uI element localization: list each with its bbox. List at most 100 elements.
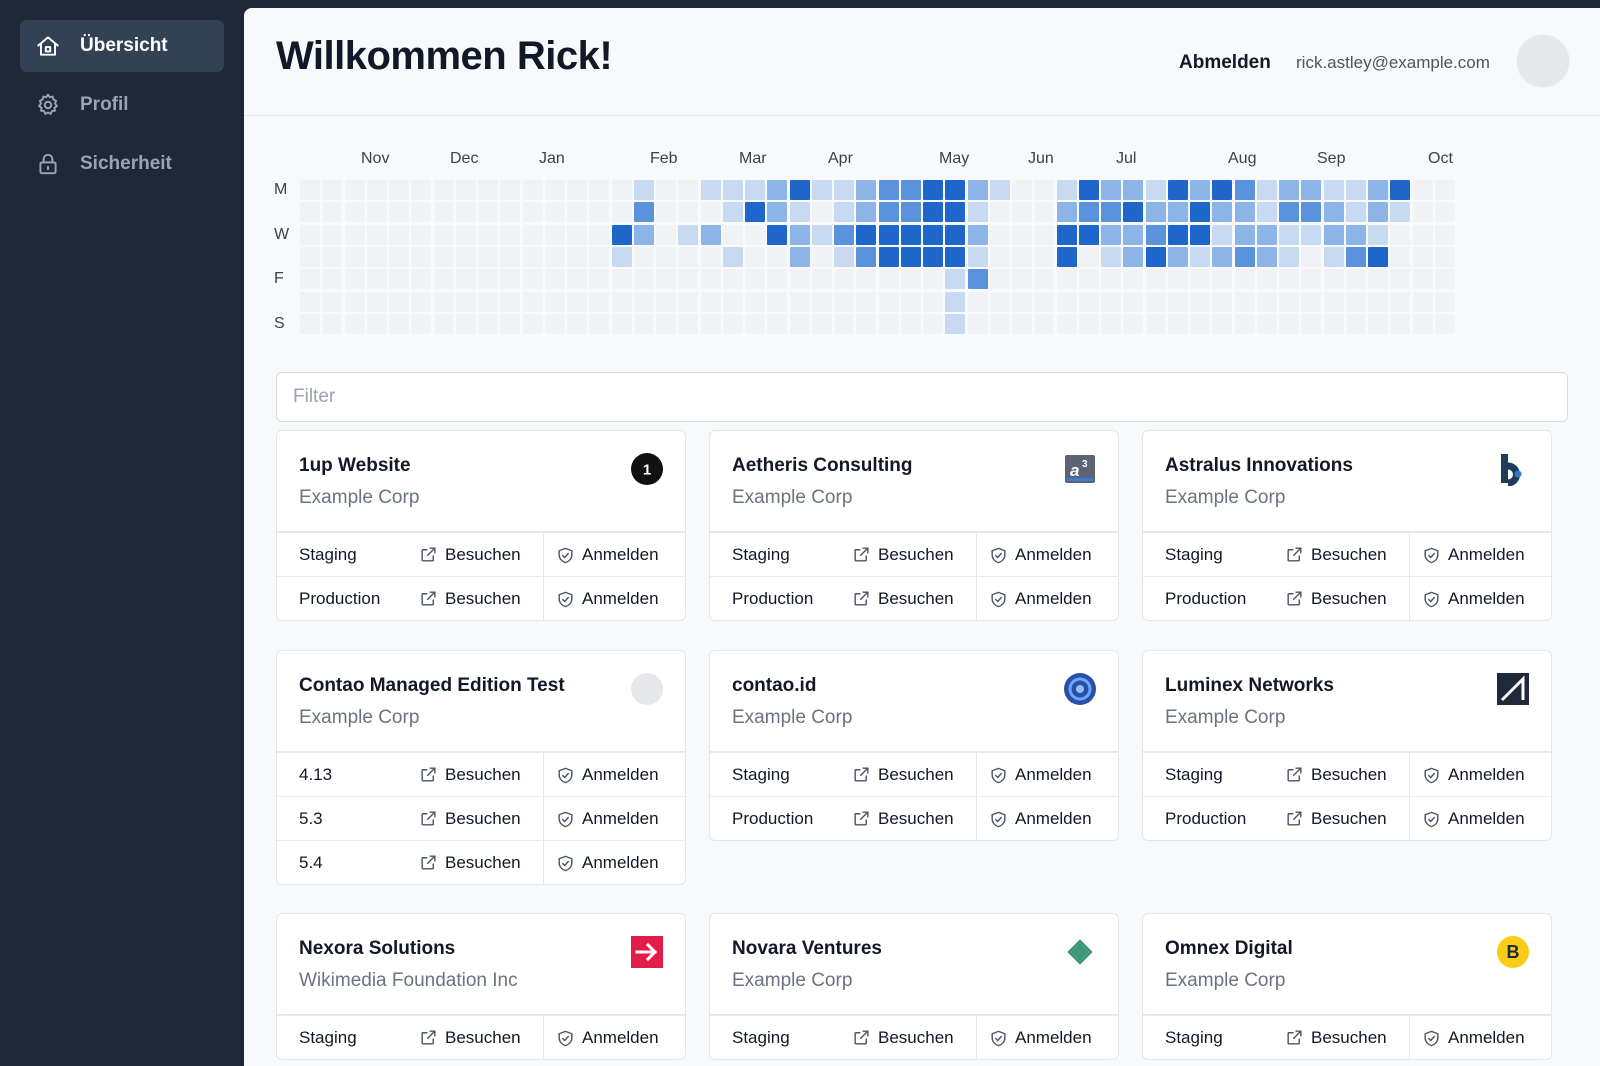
svg-text:1: 1 bbox=[643, 462, 651, 479]
visit-button[interactable]: Besuchen bbox=[1285, 589, 1409, 609]
sidebar-item-security[interactable]: Sicherheit bbox=[20, 138, 224, 190]
heatmap-cell bbox=[366, 224, 387, 245]
visit-button[interactable]: Besuchen bbox=[419, 1028, 543, 1048]
avatar[interactable] bbox=[1516, 34, 1570, 88]
heatmap-cell bbox=[300, 291, 320, 312]
visit-label: Besuchen bbox=[1311, 1027, 1387, 1047]
heatmap-cell bbox=[433, 224, 454, 245]
visit-button[interactable]: Besuchen bbox=[419, 765, 543, 785]
heatmap-cell bbox=[656, 202, 676, 223]
heatmap-cell bbox=[1279, 202, 1299, 223]
card-title: Nexora Solutions bbox=[299, 938, 456, 959]
heatmap-cell bbox=[366, 269, 387, 290]
heatmap-cell bbox=[544, 180, 565, 200]
heatmap-month-label: Nov bbox=[361, 150, 390, 167]
login-button[interactable]: Anmelden bbox=[976, 753, 1118, 797]
login-button[interactable]: Anmelden bbox=[1409, 533, 1551, 577]
visit-button[interactable]: Besuchen bbox=[1285, 809, 1409, 829]
visit-button[interactable]: Besuchen bbox=[1285, 765, 1409, 785]
heatmap-cell bbox=[745, 313, 765, 334]
visit-button[interactable]: Besuchen bbox=[419, 809, 543, 829]
login-button[interactable]: Anmelden bbox=[1409, 797, 1551, 840]
sidebar-item-profile[interactable]: Profil bbox=[20, 79, 224, 131]
heatmap-cell bbox=[1234, 313, 1255, 334]
heatmap-cell bbox=[900, 291, 921, 312]
login-button[interactable]: Anmelden bbox=[1409, 577, 1551, 620]
login-button[interactable]: Anmelden bbox=[543, 577, 685, 620]
heatmap-cell bbox=[878, 246, 899, 267]
heatmap-cell bbox=[567, 246, 587, 267]
heatmap-month-label: Jan bbox=[539, 150, 565, 167]
card-subtitle: Example Corp bbox=[732, 970, 853, 991]
heatmap-cell bbox=[1167, 269, 1188, 290]
logout-button[interactable]: Abmelden bbox=[1179, 52, 1271, 74]
visit-button[interactable]: Besuchen bbox=[852, 809, 976, 829]
environment-name: Staging bbox=[1165, 544, 1223, 564]
heatmap-cell bbox=[745, 246, 765, 267]
visit-button[interactable]: Besuchen bbox=[419, 545, 543, 565]
heatmap-cell bbox=[900, 202, 921, 223]
heatmap-cell bbox=[1234, 291, 1255, 312]
login-button[interactable]: Anmelden bbox=[543, 841, 685, 884]
project-card: Luminex Networks Example Corp Staging Besuc… bbox=[1142, 650, 1552, 841]
heatmap-cell bbox=[1256, 291, 1277, 312]
heatmap-cell bbox=[344, 269, 365, 290]
shield-check-icon bbox=[1422, 590, 1448, 609]
heatmap-cell bbox=[1412, 180, 1433, 200]
heatmap-cell bbox=[1167, 202, 1188, 223]
visit-button[interactable]: Besuchen bbox=[852, 765, 976, 785]
visit-button[interactable]: Besuchen bbox=[1285, 545, 1409, 565]
card-title: Novara Ventures bbox=[732, 938, 882, 959]
visit-button[interactable]: Besuchen bbox=[419, 853, 543, 873]
heatmap-cell bbox=[811, 246, 832, 267]
card-header: Nexora Solutions Wikimedia Foundation Inc bbox=[277, 914, 685, 1015]
heatmap-cell bbox=[1323, 202, 1344, 223]
filter-input[interactable] bbox=[276, 372, 1568, 422]
login-button[interactable]: Anmelden bbox=[543, 753, 685, 797]
login-button[interactable]: Anmelden bbox=[543, 797, 685, 841]
heatmap-cell bbox=[322, 180, 343, 200]
login-button[interactable]: Anmelden bbox=[976, 533, 1118, 577]
heatmap-cell bbox=[856, 224, 877, 245]
visit-button[interactable]: Besuchen bbox=[852, 1028, 976, 1048]
visit-button[interactable]: Besuchen bbox=[852, 589, 976, 609]
login-button[interactable]: Anmelden bbox=[1409, 753, 1551, 797]
visit-label: Besuchen bbox=[1311, 588, 1387, 608]
heatmap-cell bbox=[656, 180, 676, 200]
login-button[interactable]: Anmelden bbox=[1409, 1016, 1551, 1059]
heatmap-cell bbox=[1034, 202, 1055, 223]
login-button[interactable]: Anmelden bbox=[976, 797, 1118, 840]
visit-button[interactable]: Besuchen bbox=[852, 545, 976, 565]
login-button[interactable]: Anmelden bbox=[976, 1016, 1118, 1059]
heatmap-cell bbox=[878, 224, 899, 245]
visit-button[interactable]: Besuchen bbox=[1285, 1028, 1409, 1048]
login-label: Anmelden bbox=[1448, 545, 1525, 564]
heatmap-cell bbox=[923, 224, 943, 245]
login-label: Anmelden bbox=[1015, 545, 1092, 564]
heatmap-cell bbox=[1345, 313, 1366, 334]
login-button[interactable]: Anmelden bbox=[543, 1016, 685, 1059]
heatmap-cell bbox=[1345, 180, 1366, 200]
environment-row: Staging Besuchen Anmelden bbox=[710, 1015, 1118, 1059]
heatmap-cell bbox=[1123, 180, 1144, 200]
visit-button[interactable]: Besuchen bbox=[419, 589, 543, 609]
heatmap-cell bbox=[1056, 291, 1077, 312]
heatmap-cell bbox=[767, 291, 788, 312]
login-button[interactable]: Anmelden bbox=[976, 577, 1118, 620]
be-logo-icon bbox=[1497, 453, 1529, 486]
heatmap-cell bbox=[522, 202, 543, 223]
heatmap-cell bbox=[1212, 313, 1233, 334]
heatmap-cell bbox=[989, 313, 1010, 334]
login-button[interactable]: Anmelden bbox=[543, 533, 685, 577]
heatmap-cell bbox=[1412, 313, 1433, 334]
heatmap-cell bbox=[366, 291, 387, 312]
heatmap-cell bbox=[1390, 180, 1411, 200]
heatmap-cell bbox=[1368, 224, 1388, 245]
heatmap-cell bbox=[1345, 269, 1366, 290]
heatmap-cell bbox=[1301, 291, 1322, 312]
sidebar-item-overview[interactable]: Übersicht bbox=[20, 20, 224, 72]
heatmap-cell bbox=[1412, 202, 1433, 223]
heatmap-cell bbox=[1434, 291, 1455, 312]
heatmap-cell bbox=[1145, 180, 1166, 200]
heatmap-month-label: Apr bbox=[828, 150, 853, 167]
